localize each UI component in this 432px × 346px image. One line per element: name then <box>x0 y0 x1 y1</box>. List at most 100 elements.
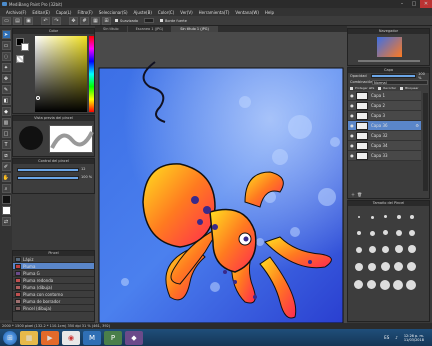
visibility-eye-icon[interactable]: ● <box>348 123 356 128</box>
size-dot[interactable] <box>371 216 374 219</box>
size-dot[interactable] <box>407 262 416 271</box>
brush-item[interactable]: Pluma de borrador <box>13 298 94 305</box>
anti-alias-checkbox[interactable] <box>115 19 118 22</box>
medibang-icon[interactable]: M <box>83 330 101 345</box>
menu-ventana[interactable]: Ventana(W) <box>235 10 259 15</box>
size-dot[interactable] <box>395 245 403 253</box>
size-dot[interactable] <box>370 231 375 236</box>
menu-ver[interactable]: Ver(V) <box>180 10 192 15</box>
divide-icon[interactable]: ⧄ <box>1 151 11 160</box>
visibility-eye-icon[interactable]: ● <box>348 103 356 108</box>
ruler-icon[interactable]: ⊞ <box>102 16 111 25</box>
brush-size-slider[interactable] <box>17 168 79 172</box>
eraser-icon[interactable]: ◧ <box>1 96 11 105</box>
transparent-swatch[interactable] <box>16 55 24 63</box>
save-icon[interactable]: ▣ <box>24 16 33 25</box>
brush-item[interactable]: Pluma G <box>13 270 94 277</box>
new-file-icon[interactable]: ▭ <box>2 16 11 25</box>
layer-settings-gear-icon[interactable]: ⚙ <box>415 123 419 128</box>
layer-row[interactable]: ● Capa 1 <box>348 91 421 101</box>
blend-select[interactable]: Normal <box>372 79 428 85</box>
eyedropper-icon[interactable]: ✐ <box>1 162 11 171</box>
lasso-icon[interactable]: ◌ <box>1 52 11 61</box>
text-icon[interactable]: T <box>1 140 11 149</box>
start-button-icon[interactable]: ⊞ <box>3 330 17 345</box>
add-layer-icon[interactable]: ＋ <box>351 192 355 198</box>
layer-row-selected[interactable]: ● Capa 36 ⚙ <box>348 121 421 131</box>
brush-item[interactable]: Pluma redonda <box>13 277 94 284</box>
menu-editar[interactable]: Editar(E) <box>32 10 50 15</box>
size-dot[interactable] <box>358 216 360 218</box>
open-icon[interactable]: ▤ <box>13 16 22 25</box>
size-dot[interactable] <box>369 246 376 253</box>
size-dot[interactable] <box>408 245 416 253</box>
size-dot[interactable] <box>384 215 387 218</box>
size-dot[interactable] <box>355 263 363 271</box>
canvas-artwork[interactable] <box>95 32 347 324</box>
menu-capa[interactable]: Capa(L) <box>56 10 72 15</box>
delete-layer-icon[interactable]: 🗑 <box>357 192 362 198</box>
size-dot[interactable] <box>367 280 376 289</box>
menu-help[interactable]: Help <box>265 10 274 15</box>
layer-row[interactable]: ● Capa 2 <box>348 101 421 111</box>
size-dot[interactable] <box>368 263 376 271</box>
chrome-icon[interactable]: ◉ <box>62 330 80 345</box>
size-dot[interactable] <box>397 215 401 219</box>
visibility-eye-icon[interactable]: ● <box>348 133 356 138</box>
layer-row[interactable]: ● Capa 32 <box>348 131 421 141</box>
explorer-icon[interactable]: ▦ <box>20 330 38 345</box>
size-dot[interactable] <box>393 280 403 290</box>
menu-ajuste[interactable]: Ajuste(B) <box>134 10 152 15</box>
fill-icon[interactable]: ◆ <box>1 107 11 116</box>
size-dot[interactable] <box>383 230 388 235</box>
language-indicator[interactable]: ES <box>384 335 389 340</box>
size-dot[interactable] <box>409 230 415 236</box>
layer-row[interactable]: ● Capa 3 <box>348 111 421 121</box>
size-dot[interactable] <box>406 280 416 290</box>
grid-icon[interactable]: # <box>80 16 89 25</box>
secondary-color-swatch[interactable] <box>21 43 29 51</box>
size-dot[interactable] <box>357 231 361 235</box>
menu-filtro[interactable]: Filtro(F) <box>77 10 92 15</box>
visibility-eye-icon[interactable]: ● <box>348 153 356 158</box>
speaker-icon[interactable]: ♪ <box>395 335 398 340</box>
brush-item[interactable]: Pluma con contorno <box>13 291 94 298</box>
media-player-icon[interactable]: ▶ <box>41 330 59 345</box>
redo-icon[interactable]: ↷ <box>52 16 61 25</box>
visibility-eye-icon[interactable]: ● <box>348 143 356 148</box>
bg-color-swatch[interactable] <box>1 206 11 215</box>
brush-opacity-slider[interactable] <box>17 176 79 180</box>
fg-color-swatch[interactable] <box>1 195 11 204</box>
color-square[interactable] <box>35 36 87 112</box>
corrector-select[interactable] <box>143 18 154 23</box>
size-dot[interactable] <box>382 246 389 253</box>
brush-item-selected[interactable]: Pluma <box>13 263 94 270</box>
canvas-workspace[interactable] <box>95 32 347 324</box>
hand-icon[interactable]: ✋ <box>1 173 11 182</box>
menu-herramienta[interactable]: Herramienta(T) <box>199 10 230 15</box>
hue-slider[interactable] <box>89 36 94 112</box>
size-dot[interactable] <box>396 230 402 236</box>
move-tool-icon[interactable]: ✥ <box>1 74 11 83</box>
layer-row[interactable]: ● Capa 34 <box>348 141 421 151</box>
menu-color[interactable]: Color(C) <box>158 10 174 15</box>
snap-icon[interactable]: ▦ <box>91 16 100 25</box>
swap-colors-icon[interactable]: ⇄ <box>1 217 11 226</box>
size-dot[interactable] <box>354 280 363 289</box>
gradient-icon[interactable]: ▥ <box>1 118 11 127</box>
zoom-icon[interactable]: ⌕ <box>1 184 11 193</box>
lock-checkbox[interactable] <box>400 86 404 90</box>
border-checkbox[interactable] <box>159 19 163 22</box>
app-icon-taskbar-2[interactable]: ◆ <box>125 330 143 345</box>
magic-wand-icon[interactable]: ✦ <box>1 63 11 72</box>
clock[interactable]: 12:26 p. m. 11/03/2018 <box>404 334 424 342</box>
rect-select-icon[interactable]: ▭ <box>1 41 11 50</box>
size-dot[interactable] <box>394 262 403 271</box>
move-icon[interactable]: ✥ <box>69 16 78 25</box>
maximize-button[interactable]: □ <box>408 0 420 8</box>
size-dot[interactable] <box>356 247 362 253</box>
protect-alpha-checkbox[interactable] <box>350 86 353 90</box>
layer-scrollbar[interactable] <box>423 93 428 191</box>
app-icon-taskbar[interactable]: P <box>104 330 122 345</box>
pointer-tool-icon[interactable]: ➤ <box>1 30 11 39</box>
